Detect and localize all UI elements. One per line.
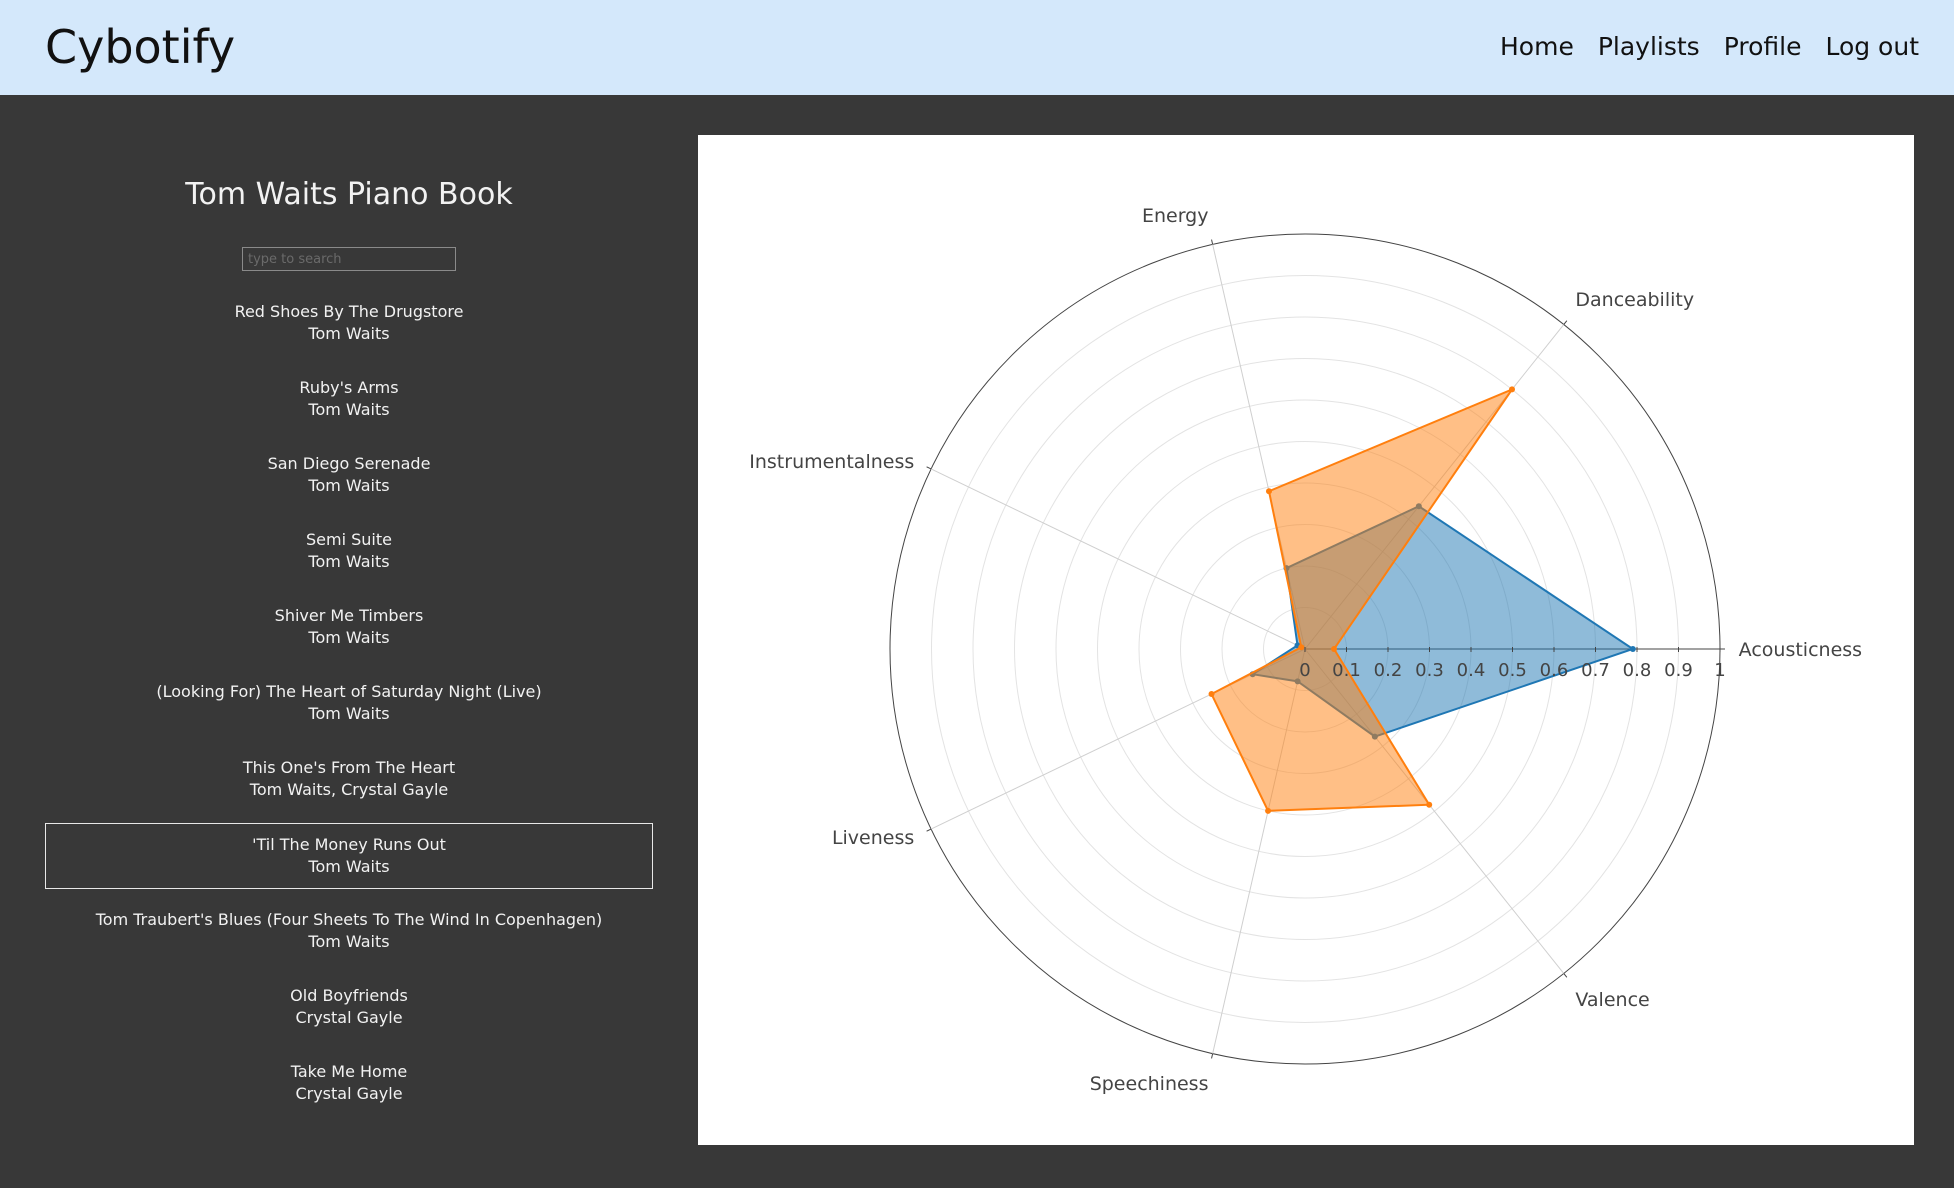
track-artist: Tom Waits, Crystal Gayle: [249, 780, 449, 799]
track-title: Tom Traubert's Blues (Four Sheets To The…: [95, 910, 603, 929]
playlist-title: Tom Waits Piano Book: [185, 177, 513, 212]
radar-spoke-tick: [1563, 320, 1568, 325]
radial-tick-label: 0: [1299, 660, 1310, 681]
track-title: Ruby's Arms: [299, 378, 399, 397]
track-item[interactable]: Take Me Home Crystal Gayle: [45, 1051, 653, 1117]
radial-tick-label: 0.7: [1581, 660, 1610, 681]
top-navbar: Cybotify Home Playlists Profile Log out: [0, 0, 1954, 95]
radar-spoke-tick: [1211, 1053, 1214, 1059]
radar-axis-label: Speechiness: [1090, 1073, 1209, 1095]
track-item[interactable]: Old Boyfriends Crystal Gayle: [45, 975, 653, 1041]
track-item[interactable]: Red Shoes By The Drugstore Tom Waits: [45, 291, 653, 357]
radar-point: [1426, 801, 1433, 808]
radar-chart: 0 0.1 0.2 0.3 0.4 0.5 0.6 0.7 0.8 0.9 1 Acousticnes…: [749, 205, 1862, 1095]
radar-axis-label: Liveness: [832, 827, 914, 849]
radial-tick-label: 0.3: [1415, 660, 1444, 681]
track-title: Red Shoes By The Drugstore: [234, 302, 464, 321]
chart-card: 0 0.1 0.2 0.3 0.4 0.5 0.6 0.7 0.8 0.9 1 Acousticnes…: [698, 135, 1914, 1145]
radar-point: [1208, 691, 1215, 698]
nav-profile-link[interactable]: Profile: [1724, 32, 1802, 61]
track-title: Semi Suite: [306, 530, 392, 549]
nav-playlists-link[interactable]: Playlists: [1598, 32, 1700, 61]
radar-spoke-tick: [926, 828, 932, 832]
radial-tick-label: 0.2: [1374, 660, 1403, 681]
radar-point: [1331, 646, 1338, 652]
search-input[interactable]: [242, 247, 456, 271]
radar-point: [1298, 644, 1305, 651]
track-artist: Tom Waits: [308, 476, 390, 495]
track-artist: Tom Waits: [308, 704, 390, 723]
radar-spoke-tick: [1211, 239, 1214, 245]
radar-spoke-tick: [926, 466, 932, 470]
app-title[interactable]: Cybotify: [45, 20, 235, 74]
track-title: (Looking For) The Heart of Saturday Nigh…: [156, 682, 542, 701]
main-nav: Home Playlists Profile Log out: [1500, 32, 1919, 61]
nav-home-link[interactable]: Home: [1500, 32, 1574, 61]
track-item[interactable]: Ruby's Arms Tom Waits: [45, 367, 653, 433]
track-artist: Tom Waits: [308, 857, 390, 876]
track-item[interactable]: Semi Suite Tom Waits: [45, 519, 653, 585]
track-title: This One's From The Heart: [242, 758, 456, 777]
track-artist: Tom Waits: [308, 552, 390, 571]
radar-spoke: [930, 468, 1306, 650]
radial-tick-label: 0.9: [1664, 660, 1693, 681]
track-artist: Tom Waits: [308, 628, 390, 647]
radial-tick-label: 0.4: [1457, 660, 1486, 681]
radial-tick-label: 0.5: [1498, 660, 1527, 681]
track-artist: Tom Waits: [308, 400, 390, 419]
radar-point: [1629, 646, 1636, 652]
track-item[interactable]: 'Til The Money Runs Out Tom Waits: [45, 823, 653, 889]
radar-axis-label: Danceability: [1575, 289, 1694, 311]
track-item[interactable]: This One's From The Heart Tom Waits, Crys…: [45, 747, 653, 813]
radar-axis-label: Valence: [1575, 989, 1649, 1011]
radar-point: [1265, 488, 1272, 495]
nav-logout-link[interactable]: Log out: [1825, 32, 1919, 61]
track-title: San Diego Serenade: [267, 454, 431, 473]
radial-tick-label: 1: [1714, 660, 1725, 681]
track-title: Old Boyfriends: [290, 986, 408, 1005]
radar-point: [1265, 807, 1272, 814]
radar-axis-label: Energy: [1142, 205, 1209, 227]
radar-axis-label: Acousticness: [1739, 639, 1862, 661]
track-artist: Tom Waits: [308, 932, 390, 951]
radial-tick-label: 0.1: [1332, 660, 1361, 681]
track-title: Shiver Me Timbers: [274, 606, 424, 625]
track-artist: Tom Waits: [308, 324, 390, 343]
track-item[interactable]: Shiver Me Timbers Tom Waits: [45, 595, 653, 661]
track-item[interactable]: Tom Traubert's Blues (Four Sheets To The…: [45, 899, 653, 965]
track-artist: Crystal Gayle: [295, 1008, 403, 1027]
track-title: Take Me Home: [290, 1062, 408, 1081]
track-title: 'Til The Money Runs Out: [252, 835, 446, 854]
radar-point: [1508, 386, 1515, 393]
track-artist: Crystal Gayle: [295, 1084, 403, 1103]
radial-tick-label: 0.6: [1540, 660, 1569, 681]
radial-tick-label: 0.8: [1623, 660, 1652, 681]
track-item[interactable]: San Diego Serenade Tom Waits: [45, 443, 653, 509]
radar-spoke-tick: [1563, 973, 1568, 978]
track-item[interactable]: (Looking For) The Heart of Saturday Nigh…: [45, 671, 653, 737]
radar-axis-label: Instrumentalness: [749, 451, 914, 473]
